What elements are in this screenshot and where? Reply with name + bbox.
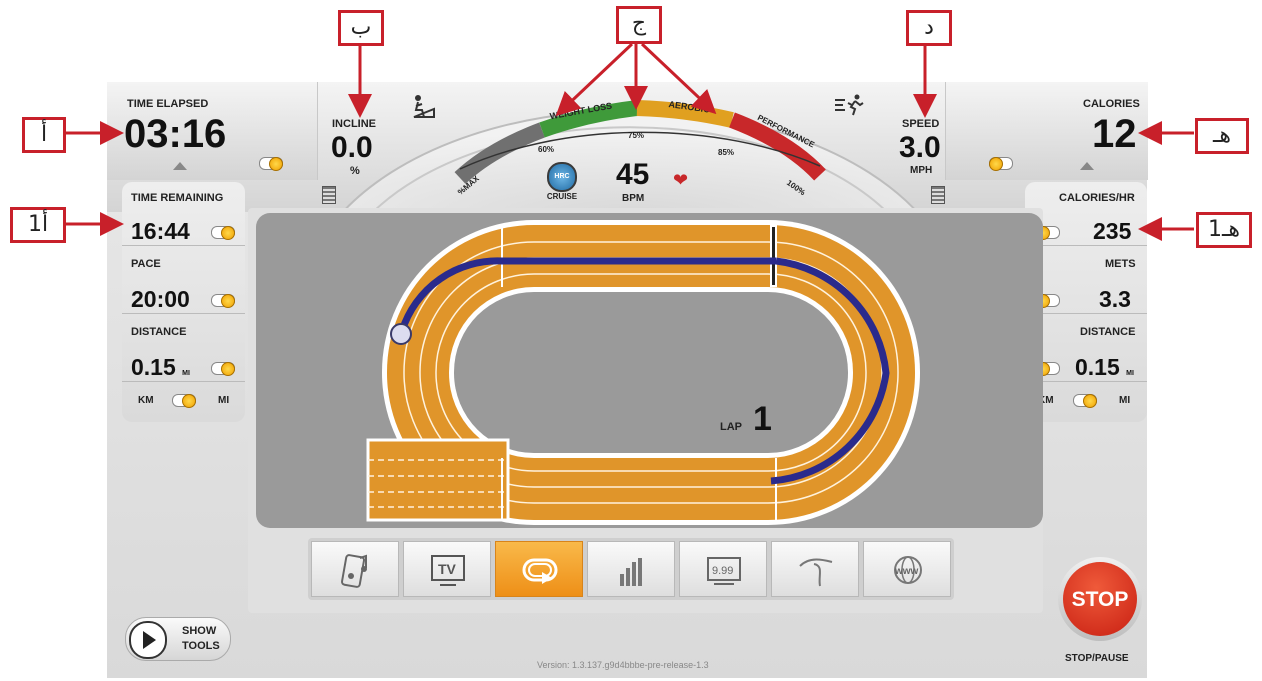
callout-a1: أ1 xyxy=(10,207,66,243)
callout-a: أ xyxy=(22,117,66,153)
callout-arrows xyxy=(64,42,1194,241)
callout-d: د xyxy=(906,10,952,46)
callout-c: ج xyxy=(616,6,662,44)
callout-e1: هـ1 xyxy=(1196,212,1252,248)
callout-b: ب xyxy=(338,10,384,46)
callout-e: هـ xyxy=(1195,118,1249,154)
